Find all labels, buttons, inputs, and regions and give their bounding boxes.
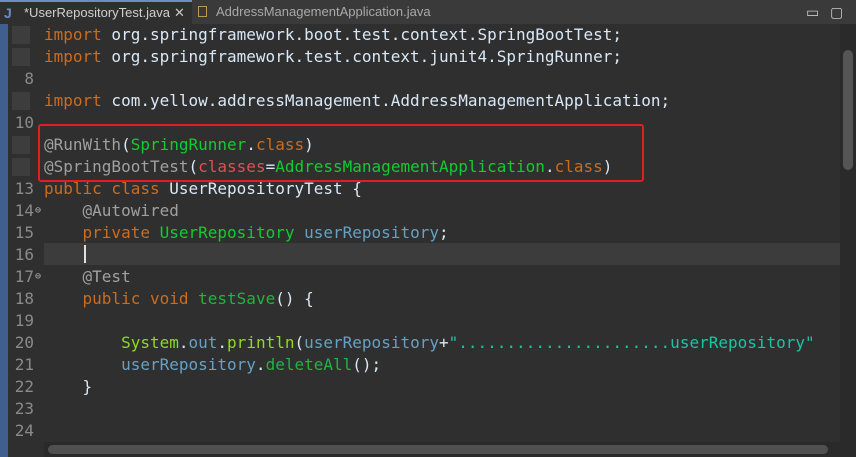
horizontal-scrollbar-thumb[interactable] <box>48 445 828 454</box>
gutter-marker <box>12 136 30 154</box>
tab-address-management-application[interactable]: AddressManagementApplication.java <box>194 0 454 24</box>
java-file-icon: J <box>4 5 12 21</box>
code-line[interactable]: @Autowired <box>44 200 179 222</box>
tab-label: AddressManagementApplication.java <box>216 4 431 19</box>
gutter-marker <box>12 158 30 176</box>
code-token: public void <box>82 289 189 308</box>
code-token: } <box>44 377 93 396</box>
code-token: println <box>227 333 295 352</box>
code-token: () { <box>275 289 314 308</box>
code-line[interactable]: public void testSave() { <box>44 288 314 310</box>
code-token: com.yellow.addressManagement.AddressMana… <box>101 91 671 110</box>
code-token: userRepository <box>304 333 439 352</box>
gutter-marker <box>12 92 30 110</box>
line-number: 10 <box>14 113 34 132</box>
code-token: . <box>217 333 228 352</box>
editor-tab-bar: J *UserRepositoryTest.java ✕ AddressMana… <box>0 0 856 25</box>
overview-ruler-left <box>0 24 8 457</box>
code-token: ; <box>438 223 449 242</box>
code-token: import <box>44 47 102 66</box>
annotation-highlight-box <box>38 124 644 182</box>
code-line[interactable]: userRepository.deleteAll(); <box>44 354 381 376</box>
close-tab-icon[interactable]: ✕ <box>174 2 185 23</box>
line-number: 14 <box>14 201 34 220</box>
code-line[interactable]: import com.yellow.addressManagement.Addr… <box>44 90 670 112</box>
gutter-marker <box>12 26 30 44</box>
code-token: (); <box>352 355 382 374</box>
fold-collapse-icon[interactable]: ⊖ <box>34 266 42 288</box>
line-number: 18 <box>14 289 34 308</box>
code-token: import <box>44 25 102 44</box>
tab-label: *UserRepositoryTest.java <box>24 5 170 20</box>
code-token: deleteAll <box>265 355 353 374</box>
line-number: 20 <box>14 333 34 352</box>
code-token: import <box>44 91 102 110</box>
code-token: userRepository <box>304 223 439 242</box>
gutter-marker <box>12 48 30 66</box>
line-number: 17 <box>14 267 34 286</box>
code-token: . <box>255 355 266 374</box>
line-number: 8 <box>24 69 34 88</box>
line-number: 16 <box>14 245 34 264</box>
fold-collapse-icon[interactable]: ⊖ <box>34 200 42 222</box>
line-number: 24 <box>14 421 34 440</box>
current-line-highlight <box>44 243 840 265</box>
code-token: org.springframework.boot.test.context.Sp… <box>101 25 622 44</box>
code-token: ( <box>294 333 305 352</box>
code-token: UserRepository <box>159 223 295 242</box>
code-line[interactable]: import org.springframework.boot.test.con… <box>44 24 622 46</box>
code-token: org.springframework.test.context.junit4.… <box>101 47 622 66</box>
code-token: System <box>121 333 179 352</box>
code-editor[interactable]: import org.springframework.boot.test.con… <box>0 24 856 457</box>
line-number: 22 <box>14 377 34 396</box>
code-token: private <box>82 223 150 242</box>
code-token: @Autowired <box>82 201 179 220</box>
tab-user-repository-test[interactable]: J *UserRepositoryTest.java ✕ <box>0 0 192 24</box>
code-line[interactable]: import org.springframework.test.context.… <box>44 46 622 68</box>
line-number: 21 <box>14 355 34 374</box>
maximize-icon[interactable]: ▢ <box>830 0 843 24</box>
line-number: 19 <box>14 311 34 330</box>
code-token: out <box>188 333 218 352</box>
code-token: @Test <box>82 267 131 286</box>
line-number: 15 <box>14 223 34 242</box>
text-cursor <box>84 245 86 263</box>
java-file-icon <box>198 6 207 17</box>
code-line[interactable]: @Test <box>44 266 131 288</box>
line-number: 13 <box>14 179 34 198</box>
line-number: 23 <box>14 399 34 418</box>
code-token: testSave <box>198 289 276 308</box>
code-token: userRepository <box>121 355 256 374</box>
code-line[interactable]: } <box>44 376 93 398</box>
code-line[interactable]: private UserRepository userRepository; <box>44 222 449 244</box>
code-line[interactable]: System.out.println(userRepository+".....… <box>44 332 815 354</box>
vertical-scrollbar-thumb[interactable] <box>843 50 853 170</box>
code-token: . <box>178 333 189 352</box>
code-token: + <box>438 333 449 352</box>
minimize-icon[interactable]: ▭ <box>806 0 819 24</box>
code-token: "......................userRepository" <box>448 333 815 352</box>
